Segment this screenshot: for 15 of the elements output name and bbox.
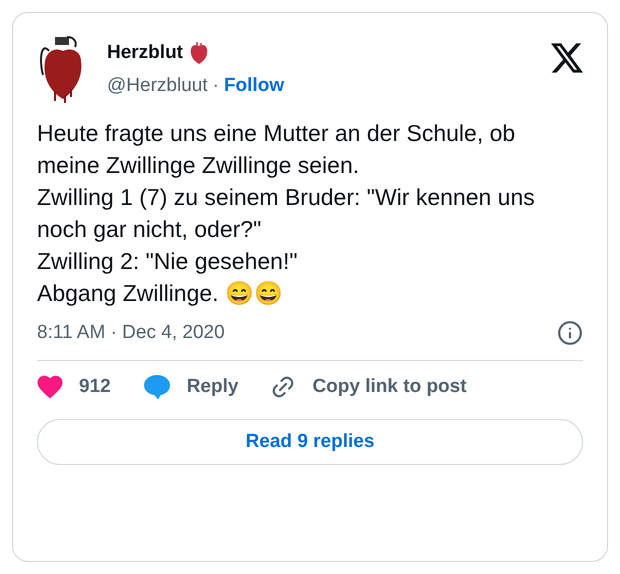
post-timestamp[interactable]: 8:11 AM · Dec 4, 2020	[37, 319, 225, 348]
anatomical-heart-icon	[189, 41, 209, 66]
heart-icon	[37, 374, 63, 399]
like-action[interactable]: 912	[37, 372, 111, 401]
info-icon[interactable]	[557, 320, 583, 346]
reply-action[interactable]: Reply	[142, 372, 238, 401]
separator-dot: ·	[212, 74, 219, 98]
read-replies-button[interactable]: Read 9 replies	[37, 419, 583, 465]
post-text: Heute fragte uns eine Mutter an der Schule, ob meine Zwillinge Zwillinge seien. Zwilling 1 (7) zu seinem Bruder: "Wir kennen uns noch gar nicht, oder?" Zwilling 2: "Nie gesehen!" Abgang Zwillinge. 😄😄	[37, 119, 536, 308]
author-name[interactable]: Herzblut	[107, 39, 183, 68]
follow-link[interactable]: Follow	[224, 72, 284, 100]
speech-bubble-icon	[142, 374, 171, 400]
copy-action[interactable]: Copy link to post	[270, 372, 467, 401]
author-handle[interactable]: @Herzbluut	[107, 72, 208, 100]
x-logo-icon[interactable]	[551, 43, 583, 73]
